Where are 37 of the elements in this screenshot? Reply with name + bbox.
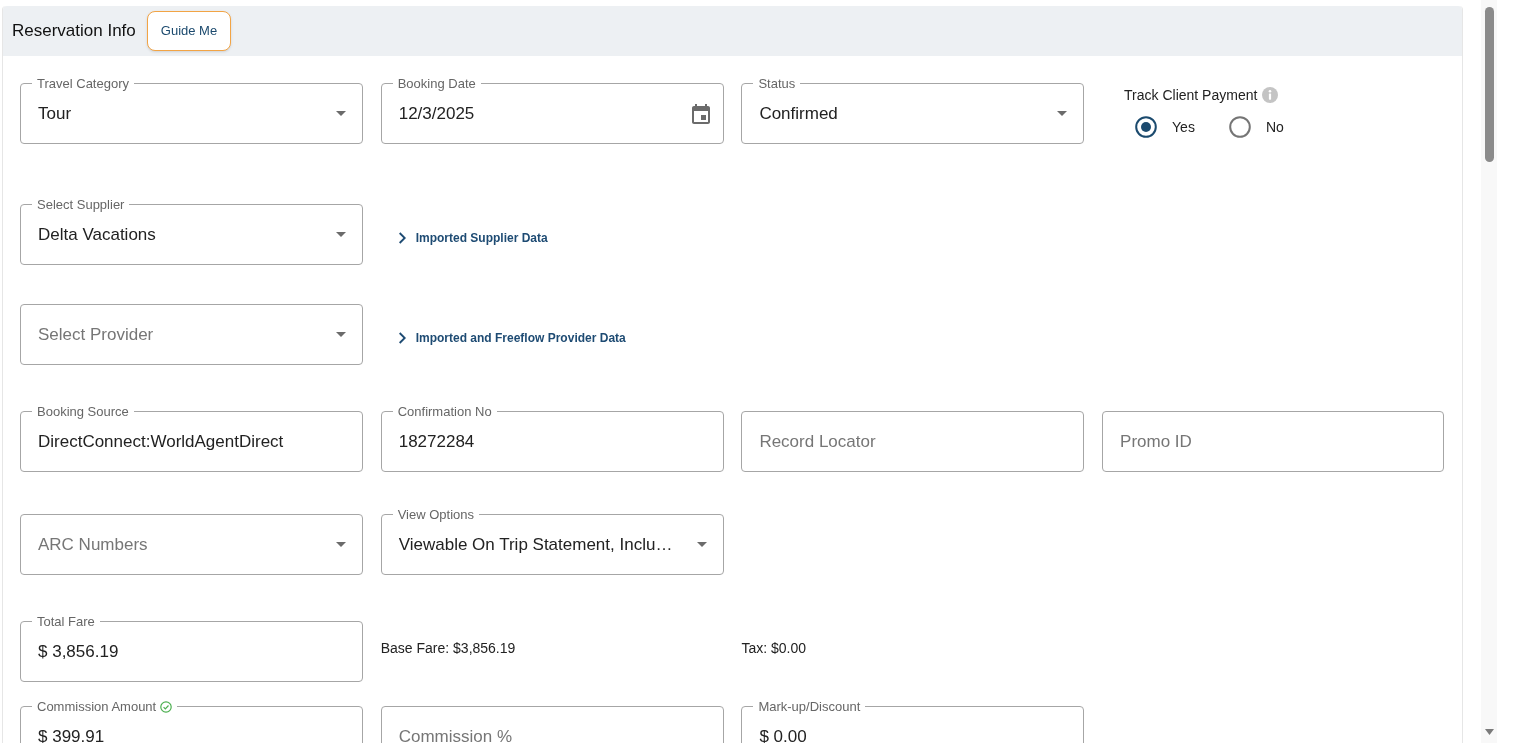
fare-breakdown-text: Base Fare: $3,856.19 (380, 638, 516, 658)
dropdown-caret-icon[interactable] (336, 542, 346, 547)
field-label: Status (758, 76, 796, 91)
dropdown-field[interactable]: Select Provider (20, 304, 363, 365)
guide-me-button[interactable]: Guide Me (146, 11, 232, 51)
calendar-icon[interactable] (691, 103, 710, 124)
scroll-down-arrow-icon[interactable] (1484, 729, 1494, 735)
dropdown-caret-icon[interactable] (336, 111, 346, 116)
dropdown-field[interactable]: ARC Numbers (20, 514, 363, 575)
text-field[interactable]: Commission % (380, 706, 724, 743)
radio-unselected-icon[interactable] (1228, 116, 1251, 138)
field-label: Select Supplier (37, 197, 125, 212)
chevron-right-icon (398, 331, 406, 344)
dropdown-caret-icon[interactable] (336, 232, 346, 237)
field-label: Commission Amount (37, 699, 157, 714)
field-label: Travel Category (37, 76, 129, 91)
radio-option[interactable]: No (1228, 116, 1284, 138)
expand-data-link[interactable]: Imported and Freeflow Provider Data (398, 328, 626, 347)
dropdown-caret-icon[interactable] (336, 332, 346, 337)
field-label: Mark-up/Discount (758, 699, 861, 714)
text-field[interactable]: Record Locator (741, 411, 1085, 472)
text-field[interactable]: Promo ID (1102, 411, 1445, 472)
field-label: Booking Date (397, 76, 476, 91)
field-label: Booking Source (37, 404, 129, 419)
chevron-right-icon (398, 231, 406, 244)
section-title: Reservation Info (12, 20, 136, 43)
fare-breakdown-text: Tax: $0.00 (741, 638, 806, 658)
dropdown-caret-icon[interactable] (1057, 111, 1068, 116)
expand-data-link[interactable]: Imported Supplier Data (398, 228, 548, 247)
field-label: Track Client Payment (1124, 87, 1258, 103)
field-label: Confirmation No (397, 404, 492, 419)
radio-selected-icon[interactable] (1135, 116, 1158, 138)
scrollbar-thumb[interactable] (1484, 7, 1494, 162)
field-label: Total Fare (37, 614, 95, 629)
dropdown-caret-icon[interactable] (696, 542, 707, 547)
radio-option[interactable]: Yes (1135, 116, 1195, 138)
field-label: View Options (397, 507, 475, 522)
